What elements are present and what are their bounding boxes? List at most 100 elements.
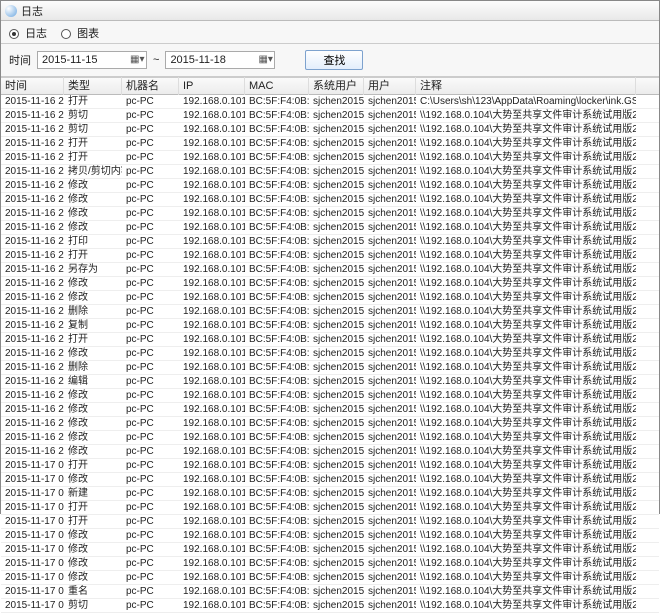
col-sysuser[interactable]: 系统用户 xyxy=(309,77,364,95)
table-row[interactable]: 2015-11-17 00:...剪切pc-PC192.168.0.101BC:… xyxy=(1,599,659,613)
cell-type: 剪切 xyxy=(64,109,122,122)
table-row[interactable]: 2015-11-16 23:...删除pc-PC192.168.0.101BC:… xyxy=(1,305,659,319)
cell-ip: 192.168.0.101 xyxy=(179,95,245,108)
table-row[interactable]: 2015-11-16 23:...剪切pc-PC192.168.0.101BC:… xyxy=(1,123,659,137)
cell-sysuser: sjchen2015 xyxy=(309,109,364,122)
cell-time: 2015-11-16 23:... xyxy=(1,95,64,108)
cell-user: sjchen2015 xyxy=(364,445,416,458)
table-row[interactable]: 2015-11-16 23:...修改pc-PC192.168.0.101BC:… xyxy=(1,193,659,207)
cell-type: 删除 xyxy=(64,361,122,374)
cell-ip: 192.168.0.101 xyxy=(179,543,245,556)
col-type[interactable]: 类型 xyxy=(64,77,122,95)
cell-host: pc-PC xyxy=(122,179,179,192)
cell-time: 2015-11-16 23:... xyxy=(1,193,64,206)
table-row[interactable]: 2015-11-17 00:...修改pc-PC192.168.0.101BC:… xyxy=(1,571,659,585)
col-user[interactable]: 用户 xyxy=(364,77,416,95)
cell-note: \\192.168.0.104\大势至共享文件审计系统试用版20150526\网… xyxy=(416,151,636,164)
cell-host: pc-PC xyxy=(122,529,179,542)
table-row[interactable]: 2015-11-17 00:...打开pc-PC192.168.0.101BC:… xyxy=(1,459,659,473)
tab-log[interactable]: 日志 xyxy=(9,25,47,41)
table-row[interactable]: 2015-11-16 23:...打开pc-PC192.168.0.101BC:… xyxy=(1,151,659,165)
cell-sysuser: sjchen2015 xyxy=(309,151,364,164)
cell-user: sjchen2015 xyxy=(364,361,416,374)
cell-note: \\192.168.0.104\大势至共享文件审计系统试用版20150526\2… xyxy=(416,571,636,584)
cell-ip: 192.168.0.101 xyxy=(179,445,245,458)
table-row[interactable]: 2015-11-16 23:...删除pc-PC192.168.0.101BC:… xyxy=(1,361,659,375)
view-tabs: 日志 图表 xyxy=(1,21,659,44)
cell-note: \\192.168.0.104\大势至共享文件审计系统试用版20150526\曲… xyxy=(416,459,636,472)
table-row[interactable]: 2015-11-16 23:...打开pc-PC192.168.0.101BC:… xyxy=(1,333,659,347)
cell-time: 2015-11-16 23:... xyxy=(1,249,64,262)
col-time[interactable]: 时间 xyxy=(1,77,64,95)
cell-host: pc-PC xyxy=(122,347,179,360)
cell-time: 2015-11-17 00:... xyxy=(1,473,64,486)
table-row[interactable]: 2015-11-16 23:...另存为pc-PC192.168.0.101BC… xyxy=(1,263,659,277)
table-row[interactable]: 2015-11-16 23:...修改pc-PC192.168.0.101BC:… xyxy=(1,207,659,221)
table-row[interactable]: 2015-11-17 00:...打开pc-PC192.168.0.101BC:… xyxy=(1,501,659,515)
table-row[interactable]: 2015-11-16 23:...修改pc-PC192.168.0.101BC:… xyxy=(1,277,659,291)
table-row[interactable]: 2015-11-16 23:...打开pc-PC192.168.0.101BC:… xyxy=(1,249,659,263)
col-ip[interactable]: IP xyxy=(179,77,245,95)
table-row[interactable]: 2015-11-16 23:...修改pc-PC192.168.0.101BC:… xyxy=(1,445,659,459)
cell-user: sjchen2015 xyxy=(364,249,416,262)
table-row[interactable]: 2015-11-16 23:...打印pc-PC192.168.0.101BC:… xyxy=(1,235,659,249)
table-row[interactable]: 2015-11-16 23:...剪切pc-PC192.168.0.101BC:… xyxy=(1,109,659,123)
table-row[interactable]: 2015-11-16 23:...修改pc-PC192.168.0.101BC:… xyxy=(1,347,659,361)
cell-host: pc-PC xyxy=(122,95,179,108)
tab-chart[interactable]: 图表 xyxy=(61,25,99,41)
cell-sysuser: sjchen2015 xyxy=(309,585,364,598)
cell-mac: BC:5F:F4:0B:C... xyxy=(245,137,309,150)
table-row[interactable]: 2015-11-16 23:...修改pc-PC192.168.0.101BC:… xyxy=(1,179,659,193)
cell-time: 2015-11-17 00:... xyxy=(1,529,64,542)
table-row[interactable]: 2015-11-16 23:...打开pc-PC192.168.0.101BC:… xyxy=(1,95,659,109)
cell-user: sjchen2015 xyxy=(364,501,416,514)
cell-ip: 192.168.0.101 xyxy=(179,109,245,122)
cell-type: 打开 xyxy=(64,501,122,514)
cell-user: sjchen2015 xyxy=(364,137,416,150)
cell-type: 打开 xyxy=(64,333,122,346)
cell-sysuser: sjchen2015 xyxy=(309,501,364,514)
table-row[interactable]: 2015-11-17 00:...修改pc-PC192.168.0.101BC:… xyxy=(1,529,659,543)
table-row[interactable]: 2015-11-16 23:...编辑pc-PC192.168.0.101BC:… xyxy=(1,375,659,389)
cell-ip: 192.168.0.101 xyxy=(179,137,245,150)
search-button[interactable]: 查找 xyxy=(305,50,363,70)
cell-sysuser: sjchen2015 xyxy=(309,515,364,528)
table-row[interactable]: 2015-11-16 23:...修改pc-PC192.168.0.101BC:… xyxy=(1,221,659,235)
table-row[interactable]: 2015-11-16 23:...修改pc-PC192.168.0.101BC:… xyxy=(1,403,659,417)
date-from-input[interactable]: 2015-11-15 ▦▾ xyxy=(37,51,147,69)
cell-host: pc-PC xyxy=(122,431,179,444)
table-row[interactable]: 2015-11-16 23:...拷贝/剪切内容pc-PC192.168.0.1… xyxy=(1,165,659,179)
cell-mac: BC:5F:F4:0B:C... xyxy=(245,151,309,164)
cell-note: \\192.168.0.104\大势至共享文件审计系统试用版20150526\网… xyxy=(416,207,636,220)
cell-ip: 192.168.0.101 xyxy=(179,571,245,584)
table-row[interactable]: 2015-11-17 00:...重名pc-PC192.168.0.101BC:… xyxy=(1,585,659,599)
date-to-value: 2015-11-18 xyxy=(170,54,225,66)
date-to-input[interactable]: 2015-11-18 ▦▾ xyxy=(165,51,275,69)
table-row[interactable]: 2015-11-17 00:...修改pc-PC192.168.0.101BC:… xyxy=(1,557,659,571)
table-row[interactable]: 2015-11-16 23:...修改pc-PC192.168.0.101BC:… xyxy=(1,389,659,403)
cell-time: 2015-11-17 00:... xyxy=(1,515,64,528)
col-note[interactable]: 注释 xyxy=(416,77,636,95)
cell-note: \\192.168.0.104\大势至共享文件审计系统试用版20150526\2… xyxy=(416,557,636,570)
table-row[interactable]: 2015-11-16 23:...打开pc-PC192.168.0.101BC:… xyxy=(1,137,659,151)
cell-sysuser: sjchen2015 xyxy=(309,333,364,346)
table-row[interactable]: 2015-11-16 23:...复制pc-PC192.168.0.101BC:… xyxy=(1,319,659,333)
table-row[interactable]: 2015-11-17 00:...修改pc-PC192.168.0.101BC:… xyxy=(1,543,659,557)
cell-note: \\192.168.0.104\大势至共享文件审计系统试用版20150526\新… xyxy=(416,487,636,500)
filter-bar: 时间 2015-11-15 ▦▾ ~ 2015-11-18 ▦▾ 查找 xyxy=(1,44,659,77)
table-row[interactable]: 2015-11-16 23:...修改pc-PC192.168.0.101BC:… xyxy=(1,417,659,431)
table-row[interactable]: 2015-11-16 23:...修改pc-PC192.168.0.101BC:… xyxy=(1,291,659,305)
cell-type: 拷贝/剪切内容 xyxy=(64,165,122,178)
col-mac[interactable]: MAC xyxy=(245,77,309,95)
cell-user: sjchen2015 xyxy=(364,515,416,528)
table-row[interactable]: 2015-11-17 00:...新建pc-PC192.168.0.101BC:… xyxy=(1,487,659,501)
table-row[interactable]: 2015-11-17 00:...打开pc-PC192.168.0.101BC:… xyxy=(1,515,659,529)
cell-host: pc-PC xyxy=(122,123,179,136)
col-host[interactable]: 机器名 xyxy=(122,77,179,95)
cell-note: \\192.168.0.104\大势至共享文件审计系统试用版20150526\2… xyxy=(416,585,636,598)
table-row[interactable]: 2015-11-16 23:...修改pc-PC192.168.0.101BC:… xyxy=(1,431,659,445)
table-row[interactable]: 2015-11-17 00:...修改pc-PC192.168.0.101BC:… xyxy=(1,473,659,487)
cell-host: pc-PC xyxy=(122,291,179,304)
cell-user: sjchen2015 xyxy=(364,95,416,108)
grid-body[interactable]: 2015-11-16 23:...打开pc-PC192.168.0.101BC:… xyxy=(1,95,659,613)
